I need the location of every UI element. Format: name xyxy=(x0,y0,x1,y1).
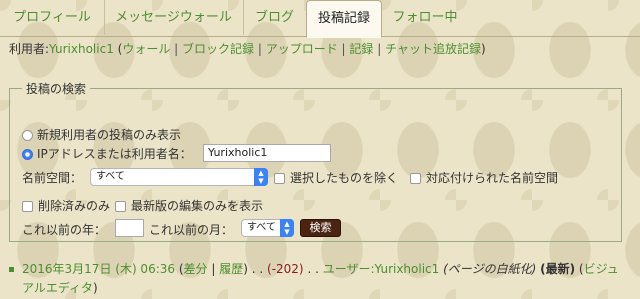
block-log-link[interactable]: ブロック記録 xyxy=(182,42,254,56)
associated-namespace-checkbox[interactable] xyxy=(410,173,421,184)
new-users-radio[interactable] xyxy=(22,130,33,141)
size-change: (-202) xyxy=(267,262,304,276)
ip-or-user-radio[interactable] xyxy=(22,149,33,160)
associated-namespace-option[interactable]: 対応付けられた名前空間 xyxy=(410,169,558,186)
namespace-select[interactable]: すべて ▲ ▼ xyxy=(90,168,268,186)
diff-link[interactable]: 差分 xyxy=(184,262,208,276)
tab-following[interactable]: フォロー中 xyxy=(381,0,469,35)
user-prefix: 利用者: xyxy=(9,42,50,56)
search-button[interactable]: 検索 xyxy=(300,219,341,237)
deleted-only-checkbox[interactable] xyxy=(22,201,33,212)
chat-ban-log-link[interactable]: チャット追放記録 xyxy=(385,42,481,56)
wall-link[interactable]: ウォール xyxy=(122,42,170,56)
exclude-selected-checkbox[interactable] xyxy=(274,173,285,184)
history-link[interactable]: 履歴 xyxy=(219,262,243,276)
latest-badge: (最新) xyxy=(540,262,576,276)
search-legend: 投稿の検索 xyxy=(26,82,87,96)
tab-blog[interactable]: ブログ xyxy=(243,0,306,35)
month-select[interactable]: すべて ▲ ▼ xyxy=(241,219,294,237)
exclude-selected-option[interactable]: 選択したものを除く xyxy=(274,169,398,186)
revision-datetime-link[interactable]: 2016年3月17日 (木) 06:36 xyxy=(22,262,175,276)
deleted-only-option[interactable]: 削除済みのみ xyxy=(22,197,110,214)
user-link[interactable]: Yurixholic1 xyxy=(49,42,114,56)
year-input[interactable] xyxy=(115,219,144,237)
latest-only-checkbox[interactable] xyxy=(115,201,126,212)
contributions-search-form: 投稿の検索 新規利用者の投稿のみ表示 IPアドレスまたは利用者名： Yurixh… xyxy=(9,80,622,242)
tab-contributions[interactable]: 投稿記録 xyxy=(306,0,382,38)
year-label: これ以前の年： xyxy=(22,223,107,237)
tab-profile[interactable]: プロフィール xyxy=(0,0,105,35)
tab-message-wall[interactable]: メッセージウォール xyxy=(104,0,244,35)
target-user-input[interactable]: Yurixholic1 xyxy=(203,144,331,162)
month-label: これ以前の月： xyxy=(149,223,234,237)
select-arrows-icon: ▲ ▼ xyxy=(280,219,294,237)
profile-tabs: プロフィール メッセージウォール ブログ 投稿記録 フォロー中 xyxy=(0,0,640,38)
user-tools-line: 利用者:Yurixholic1 (ウォール | ブロック記録 | アップロード … xyxy=(9,42,486,56)
edit-summary: (ページの白紙化) xyxy=(443,262,537,276)
page-link[interactable]: ユーザー:Yurixholic1 xyxy=(323,262,440,276)
ip-or-user-option[interactable]: IPアドレスまたは利用者名： xyxy=(22,145,192,162)
namespace-label: 名前空間： xyxy=(22,171,83,185)
contribution-list-item: 2016年3月17日 (木) 06:36 (差分 | 履歴) . . (-202… xyxy=(9,260,626,298)
latest-only-option[interactable]: 最新版の編集のみを表示 xyxy=(115,197,263,214)
upload-link[interactable]: アップロード xyxy=(266,42,338,56)
logs-link[interactable]: 記録 xyxy=(349,42,373,56)
new-users-option[interactable]: 新規利用者の投稿のみ表示 xyxy=(22,126,181,143)
select-arrows-icon: ▲ ▼ xyxy=(254,168,268,186)
list-bullet xyxy=(9,267,14,272)
